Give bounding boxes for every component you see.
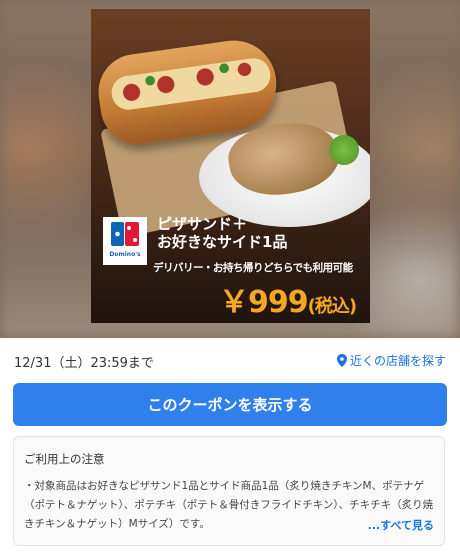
- see-all-link[interactable]: ...すべて見る: [361, 517, 434, 533]
- lettuce-garnish: [329, 135, 359, 165]
- hero-banner: Domino's ピザサンド＋ お好きなサイド1品 デリバリー・お持ち帰りどちら…: [0, 0, 460, 338]
- usage-notes: ご利用上の注意 ・対象商品はお好きなピザサンド1品とサイド商品1品（炙り焼きチキ…: [13, 436, 445, 546]
- find-store-label: 近くの店舗を探す: [349, 354, 446, 368]
- domino-tile-icon: [111, 222, 139, 246]
- location-pin-icon: [336, 354, 347, 367]
- price-value: ￥999: [219, 285, 309, 320]
- promo-price: ￥999(税込): [219, 277, 357, 321]
- coupon-image: Domino's ピザサンド＋ お好きなサイド1品 デリバリー・お持ち帰りどちら…: [91, 9, 370, 323]
- tax-label: (税込): [307, 296, 357, 317]
- promo-title-line1: ピザサンド＋: [157, 215, 248, 233]
- notes-heading: ご利用上の注意: [24, 452, 105, 466]
- show-coupon-button[interactable]: このクーポンを表示する: [13, 383, 447, 426]
- promo-title: ピザサンド＋ お好きなサイド1品: [157, 215, 287, 251]
- promo-title-line2: お好きなサイド1品: [157, 233, 288, 251]
- logo-wordmark: Domino's: [109, 251, 141, 258]
- coupon-meta: 12/31（土）23:59まで 近くの店舗を探す: [14, 352, 446, 372]
- expiry-date: 12/31（土）23:59まで: [14, 356, 154, 371]
- find-store-link[interactable]: 近くの店舗を探す: [336, 352, 446, 369]
- dominos-logo: Domino's: [103, 217, 147, 265]
- promo-subtitle: デリバリー・お持ち帰りどちらでも利用可能: [153, 262, 353, 274]
